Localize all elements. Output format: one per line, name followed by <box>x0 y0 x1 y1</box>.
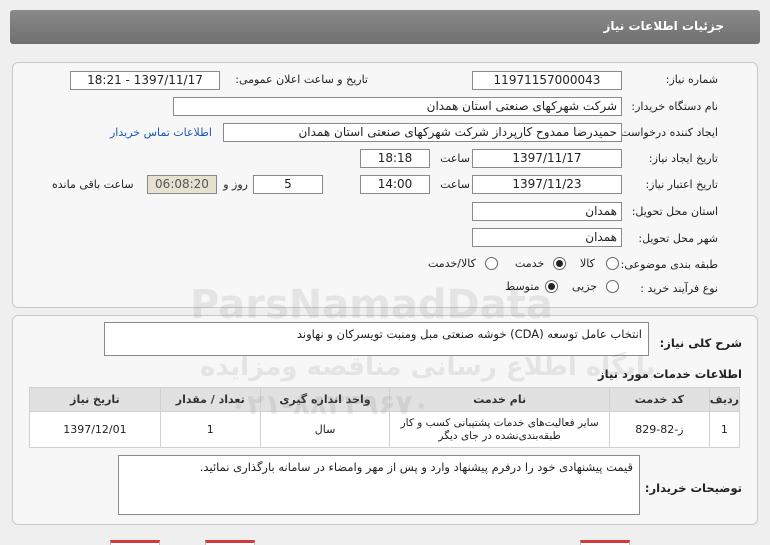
col-quantity: تعداد / مقدار <box>159 387 261 412</box>
category-radio-goods-service[interactable] <box>485 257 498 270</box>
validity-time-field: 14:00 <box>360 175 430 194</box>
remaining-label: ساعت باقی مانده <box>52 178 134 191</box>
days-label: روز و <box>223 178 248 191</box>
validity-date-field: 1397/11/23 <box>472 175 622 194</box>
cell-unit: سال <box>259 411 391 448</box>
category-option-service: خدمت <box>515 257 545 270</box>
action-button-1[interactable] <box>110 540 160 545</box>
action-button-3[interactable] <box>580 540 630 545</box>
page-title: جزئیات اطلاعات نیاز <box>603 19 724 33</box>
announce-field: 1397/11/17 - 18:21 <box>70 71 220 90</box>
announce-label: تاریخ و ساعت اعلان عمومی: <box>235 73 368 86</box>
action-button-2[interactable] <box>205 540 255 545</box>
process-option-minor: جزیی <box>572 280 598 293</box>
requester-field: حمیدرضا ممدوح کارپرداز شرکت شهرکهای صنعت… <box>223 123 622 142</box>
created-time-field: 18:18 <box>360 149 430 168</box>
col-unit: واحد اندازه گیری <box>259 387 391 412</box>
process-radio-medium[interactable] <box>545 280 558 293</box>
need-number-field: 11971157000043 <box>472 71 622 90</box>
created-date-label: تاریخ ایجاد نیاز: <box>648 152 718 165</box>
services-title: اطلاعات خدمات مورد نیاز <box>598 367 742 381</box>
category-label: طبقه بندی موضوعی: <box>620 258 718 271</box>
cell-service-name: سایر فعالیت‌های خدمات پشتیبانی کسب و کار… <box>389 411 610 448</box>
city-label: شهر محل تحویل: <box>638 232 718 245</box>
contact-buyer-link[interactable]: اطلاعات تماس خریدار <box>110 126 212 139</box>
province-field: همدان <box>472 202 622 221</box>
col-service-name: نام خدمت <box>389 387 610 412</box>
need-number-label: شماره نیاز: <box>665 73 718 86</box>
cell-need-date: 1397/12/01 <box>29 411 161 448</box>
days-field: 5 <box>253 175 323 194</box>
col-row: ردیف <box>708 387 741 412</box>
created-date-field: 1397/11/17 <box>472 149 622 168</box>
buyer-notes-field: قیمت پیشنهادی خود را درفرم پیشنهاد وارد … <box>118 455 640 515</box>
city-field: همدان <box>472 228 622 247</box>
cell-row: 1 <box>708 411 741 448</box>
cell-quantity: 1 <box>159 411 261 448</box>
process-label: نوع فرآیند خرید : <box>640 282 718 295</box>
summary-label: شرح کلی نیاز: <box>659 336 742 350</box>
process-option-medium: متوسط <box>505 280 540 293</box>
created-time-label: ساعت <box>440 152 470 165</box>
summary-field: انتخاب عامل توسعه (CDA) خوشه صنعتی مبل و… <box>104 322 649 356</box>
category-option-goods-service: کالا/خدمت <box>428 257 476 270</box>
buyer-notes-label: توضیحات خریدار: <box>644 481 742 495</box>
province-label: استان محل تحویل: <box>631 205 718 218</box>
process-radio-minor[interactable] <box>606 280 619 293</box>
buyer-org-label: نام دستگاه خریدار: <box>631 100 718 113</box>
col-need-date: تاریخ نیاز <box>29 387 161 412</box>
col-service-code: کد خدمت <box>608 387 710 412</box>
requester-label: ایجاد کننده درخواست: <box>616 126 718 139</box>
category-radio-service[interactable] <box>553 257 566 270</box>
category-option-goods: کالا <box>580 257 595 270</box>
buyer-org-field: شرکت شهرکهای صنعتی استان همدان <box>173 97 622 116</box>
countdown-field: 06:08:20 <box>147 175 217 194</box>
page-header: جزئیات اطلاعات نیاز <box>10 10 760 44</box>
validity-time-label: ساعت <box>440 178 470 191</box>
services-table: ردیف کد خدمت نام خدمت واحد اندازه گیری ت… <box>29 387 741 448</box>
cell-service-code: ز-82-829 <box>608 411 710 448</box>
category-radio-goods[interactable] <box>606 257 619 270</box>
validity-date-label: تاریخ اعتبار نیاز: <box>645 178 718 191</box>
table-row[interactable]: 1 ز-82-829 سایر فعالیت‌های خدمات پشتیبان… <box>29 411 741 448</box>
